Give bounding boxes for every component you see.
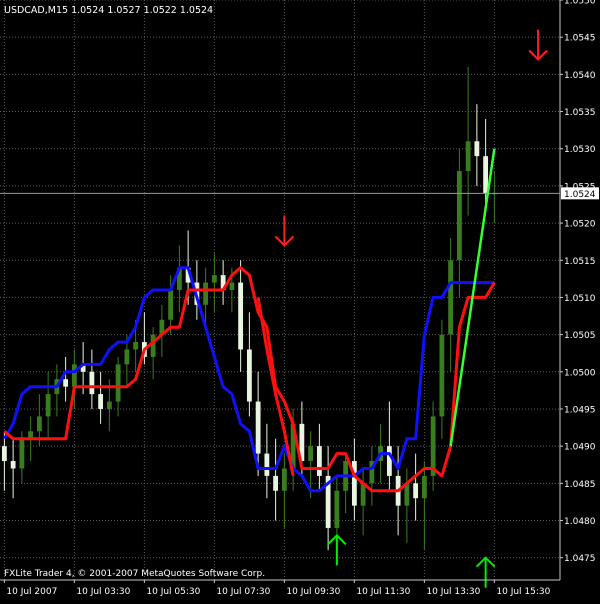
price-tick-label: 1.0495 <box>564 405 596 415</box>
candle-body <box>63 379 69 387</box>
candle-body <box>308 446 314 462</box>
candle-body <box>203 282 209 305</box>
candle-body <box>483 156 489 194</box>
candle-body <box>430 416 436 476</box>
candle-body <box>413 483 419 499</box>
candle-body <box>106 401 112 409</box>
time-tick-label: 10 Jul 07:30 <box>216 587 270 597</box>
candle-body <box>465 141 471 172</box>
candle-body <box>264 453 270 476</box>
price-tick-label: 1.0490 <box>564 443 596 453</box>
candle-body <box>334 490 340 528</box>
candle-body <box>115 364 121 402</box>
price-tick-label: 1.0520 <box>564 220 596 230</box>
candle-body <box>211 275 217 283</box>
price-tick-label: 1.0545 <box>564 34 596 44</box>
price-tick-label: 1.0485 <box>564 480 596 490</box>
time-tick-label: 10 Jul 13:30 <box>426 587 480 597</box>
candle-body <box>238 282 244 350</box>
candle-body <box>150 334 156 357</box>
candle-body <box>421 475 427 499</box>
price-tick-label: 1.0500 <box>564 368 596 378</box>
candle-body <box>255 401 261 454</box>
current-price-label: 1.0524 <box>564 190 596 200</box>
candle-body <box>448 260 454 335</box>
price-tick-label: 1.0535 <box>564 108 596 118</box>
candle-body <box>168 290 174 320</box>
candle-body <box>474 141 480 157</box>
candle-body <box>316 446 322 476</box>
candle-body <box>1 446 7 462</box>
price-tick-label: 1.0550 <box>564 0 596 7</box>
time-tick-label: 10 Jul 2007 <box>6 587 57 597</box>
time-tick-label: 10 Jul 15:30 <box>496 587 550 597</box>
candle-body <box>273 475 279 491</box>
price-tick-label: 1.0505 <box>564 331 596 341</box>
candle-body <box>386 446 392 476</box>
candle-body <box>229 282 235 290</box>
copyright-label: FXLite Trader 4, © 2001-2007 MetaQuotes … <box>4 569 265 579</box>
candle-body <box>281 468 287 491</box>
price-tick-label: 1.0515 <box>564 257 596 267</box>
price-tick-label: 1.0510 <box>564 294 596 304</box>
chart-background <box>0 0 600 600</box>
candle-body <box>19 438 25 469</box>
candle-body <box>246 349 252 402</box>
price-tick-label: 1.0540 <box>564 71 596 81</box>
candle-body <box>133 342 139 350</box>
candle-body <box>456 171 462 261</box>
chart-window[interactable]: 1.0475 1.0480 1.0485 1.0490 1.0495 1.0500 1.05… <box>0 0 600 600</box>
candle-body <box>89 371 95 395</box>
candle-body <box>10 461 16 469</box>
candle-body <box>124 349 130 365</box>
price-tick-label: 1.0475 <box>564 554 596 564</box>
candle-body <box>98 394 104 409</box>
time-tick-label: 10 Jul 03:30 <box>76 587 130 597</box>
symbol-info-label: USDCAD,M15 1.0524 1.0527 1.0522 1.0524 <box>4 5 213 16</box>
candle-body <box>71 364 77 387</box>
price-tick-label: 1.0530 <box>564 145 596 155</box>
time-tick-label: 10 Jul 09:30 <box>286 587 340 597</box>
time-tick-label: 10 Jul 05:30 <box>146 587 200 597</box>
time-tick-label: 10 Jul 11:30 <box>356 587 410 597</box>
price-chart[interactable]: 1.0475 1.0480 1.0485 1.0490 1.0495 1.0500 1.05… <box>0 0 600 600</box>
candle-body <box>439 334 445 417</box>
price-tick-label: 1.0480 <box>564 517 596 527</box>
candle-body <box>45 394 51 417</box>
candle-body <box>36 416 42 432</box>
